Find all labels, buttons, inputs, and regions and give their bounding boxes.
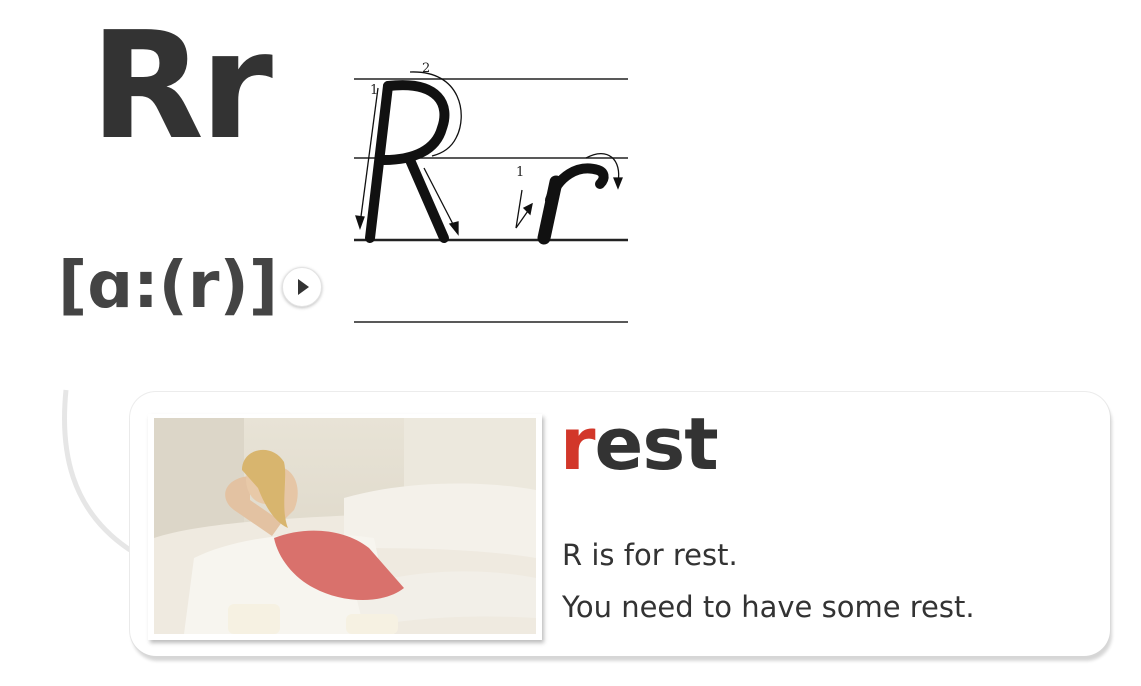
stroke-number-2: 2 <box>422 61 430 76</box>
stroke-order-guide: 1 2 1 <box>354 61 628 323</box>
stroke-arrows <box>355 71 623 236</box>
example-sentence-2: You need to have some rest. <box>562 590 975 624</box>
lowercase-r-letter <box>537 163 609 245</box>
guide-lines <box>354 78 628 323</box>
letter-heading: Rr <box>90 0 273 172</box>
phonetic-transcription: [ɑ:(r)] <box>58 249 278 323</box>
stroke-number-1: 1 <box>370 83 378 98</box>
woman-resting-on-sofa-image <box>154 418 536 634</box>
vocab-photo-frame <box>148 414 542 640</box>
example-sentence-1: R is for rest. <box>562 538 738 572</box>
play-icon <box>298 279 309 295</box>
vocab-word-rest: est <box>594 402 719 486</box>
stroke-number-lowercase-1: 1 <box>516 165 524 180</box>
vocab-word-initial: r <box>560 402 596 486</box>
vocab-word: rest <box>560 396 719 492</box>
capital-r-letter <box>365 80 450 243</box>
audio-play-button[interactable] <box>282 267 322 307</box>
